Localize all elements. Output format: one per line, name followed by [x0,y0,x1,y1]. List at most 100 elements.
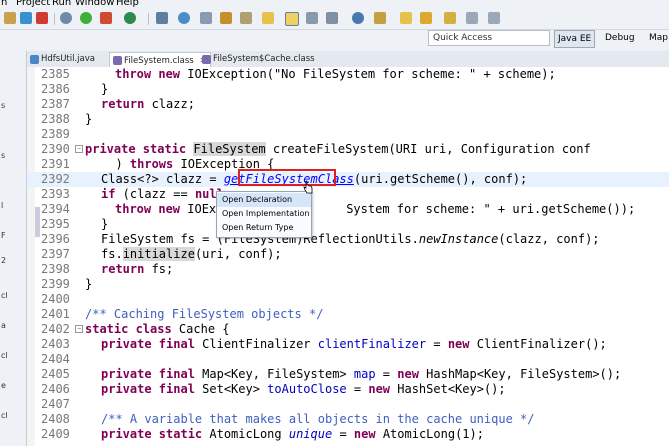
strip-fragment: F [1,231,6,240]
code-line: 2406 private final Set<Key> toAutoClose =… [27,382,669,397]
save-icon[interactable] [20,12,32,24]
tab-filesystem-cache-class[interactable]: FileSystem$Cache.class [199,52,319,67]
line-code: } [101,217,109,231]
line-number: 2409 [41,427,70,441]
code-line: 2409 private static AtomicLong unique = n… [27,427,669,442]
menu-help[interactable]: Help [116,0,139,9]
perspective-debug[interactable]: Debug [602,30,638,46]
forward-icon[interactable] [466,12,478,24]
strip-fragment: s [1,101,6,110]
whitespace-icon[interactable] [326,12,338,24]
code-line: 2393 if (clazz == null [27,187,669,202]
perspective-java-ee[interactable]: Java EE [554,30,596,48]
prev-annotation-icon[interactable] [420,12,432,24]
class-file-icon [202,55,211,64]
run-config-icon[interactable] [100,12,112,24]
line-number: 2390 [41,142,70,156]
toolbar-separator [54,13,55,25]
code-line: 2398 return fs; [27,262,669,277]
line-number: 2386 [41,82,70,96]
code-line: 2405 private final Map<Key, FileSystem> m… [27,367,669,382]
line-code: if (clazz == null [101,187,224,201]
code-line: 2387 return clazz; [27,97,669,112]
code-line: 2403 private final ClientFinalizer client… [27,337,669,352]
strip-fragment: cl [1,351,8,360]
map-label: Map [649,33,668,43]
code-line: 2386} [27,82,669,97]
line-code: /** Caching FileSystem objects */ [85,307,324,321]
line-number: 2388 [41,112,70,126]
strip-fragment: 2 [1,256,7,265]
debug-label: Debug [605,33,635,43]
menu-item-open-declaration[interactable]: Open Declaration [217,193,311,207]
code-line: 2390− private static FileSystem createFil… [27,142,669,157]
class-file-icon [113,56,122,65]
tab-hdfsutil[interactable]: HdfsUtil.java [27,52,99,67]
strip-fragment: e [1,381,6,390]
line-code: static class Cache { [85,322,230,336]
quick-access-input[interactable]: Quick Access [428,30,550,46]
menu-run[interactable]: Run [52,0,71,9]
line-code: return clazz; [101,97,195,111]
web-icon[interactable] [352,12,364,24]
menu-item-open-implementation[interactable]: Open Implementation [217,207,311,221]
stop-icon[interactable] [36,12,48,24]
code-line: 2391 ) throws IOException { [27,157,669,172]
line-code: FileSystem fs = (FileSystem)ReflectionUt… [101,232,600,246]
fold-collapse-icon[interactable]: − [75,145,83,153]
next-annotation-icon[interactable] [400,12,412,24]
java-file-icon [30,55,39,64]
line-number: 2406 [41,382,70,396]
perspective-map[interactable]: Map [646,30,669,46]
strip-fragment: l [1,201,4,210]
back-icon[interactable] [444,12,456,24]
folder-icon[interactable] [220,12,232,24]
line-number: 2389 [41,127,70,141]
line-code: fs.initialize(uri, conf); [101,247,282,261]
toggle-icon[interactable] [306,12,318,24]
menu-item-open-return-type[interactable]: Open Return Type [217,221,311,235]
mark-occurrences-icon[interactable] [285,12,299,26]
line-number: 2393 [41,187,70,201]
code-line: 2402− static class Cache { [27,322,669,337]
pencil-icon[interactable] [262,12,274,24]
line-number: 2400 [41,292,70,306]
line-number: 2394 [41,202,70,216]
menu-project[interactable]: Project [16,0,50,9]
highlight-box [238,169,336,186]
strip-fragment: cl [1,291,8,300]
code-line-current: 2392 Class<?> clazz = getFileSystemClass(… [27,172,669,187]
search-icon[interactable] [240,12,252,24]
code-editor[interactable]: 2385 throw new IOException("No FileSystem… [27,67,669,446]
code-line: 2397 fs.initialize(uri, conf); [27,247,669,262]
code-line: 2401 /** Caching FileSystem objects */ [27,307,669,322]
annotation-icon[interactable] [374,12,386,24]
debug-icon[interactable] [124,12,136,24]
line-code: } [85,277,93,291]
tab-filesystem-class[interactable]: FileSystem.class ✕ [109,52,212,68]
run-icon[interactable] [80,12,92,24]
menu-window[interactable]: Window [75,0,114,9]
tab-label: FileSystem$Cache.class [213,54,315,64]
line-code: } [101,82,109,96]
open-type-icon[interactable] [200,12,212,24]
hand-cursor-icon [303,180,313,194]
gear-icon[interactable] [60,12,72,24]
code-line: 2399} [27,277,669,292]
tab-label: HdfsUtil.java [41,54,95,64]
new-class-icon[interactable] [156,12,168,24]
strip-fragment: cl [1,411,8,420]
menu-bar: h Project Run Window Help [0,0,669,9]
globe-icon[interactable] [178,12,190,24]
line-code: private final Map<Key, FileSystem> map =… [101,367,622,381]
line-code: throw new IOException("No FileSystem for… [115,67,556,81]
fold-collapse-icon[interactable]: − [75,325,83,333]
menu-file[interactable]: h [1,0,7,9]
line-number: 2404 [41,352,70,366]
arrow-icon[interactable] [488,12,500,24]
line-code: private static AtomicLong unique = new A… [101,427,484,441]
code-line: 2407 [27,397,669,412]
new-icon[interactable] [4,12,16,24]
line-number: 2402 [41,322,70,336]
tab-label: FileSystem.class [124,56,194,66]
